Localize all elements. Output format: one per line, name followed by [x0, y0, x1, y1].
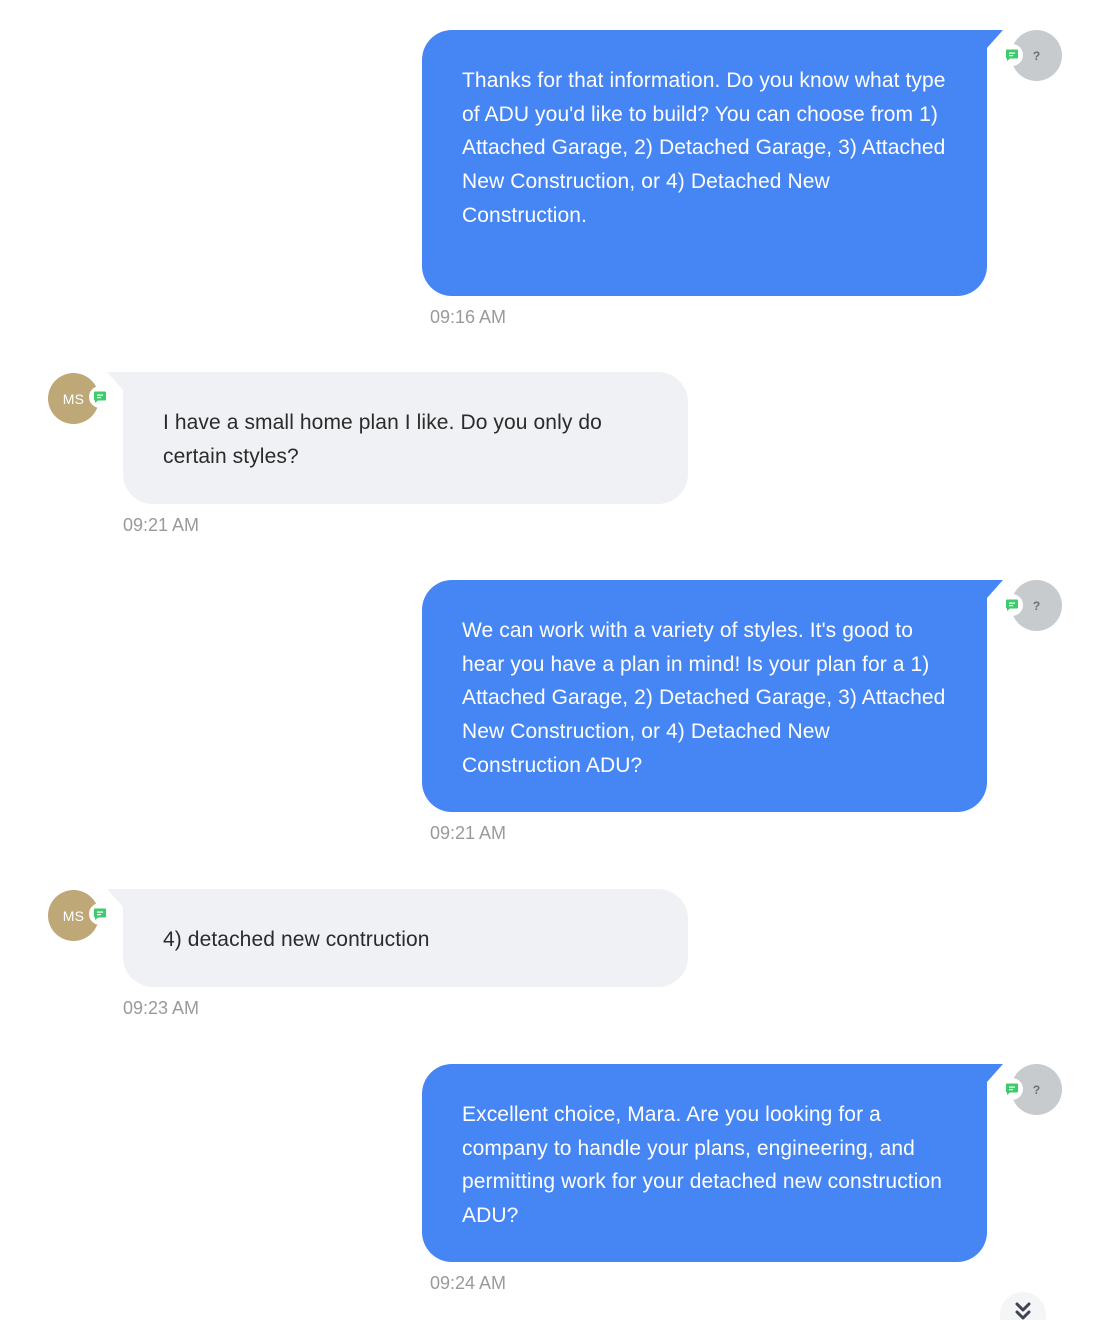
- message-bubble: Excellent choice, Mara. Are you looking …: [422, 1064, 1003, 1262]
- avatar-initials: ?: [1032, 598, 1041, 613]
- avatar-initials: ?: [1032, 1082, 1041, 1097]
- avatar-initials: MS: [62, 390, 85, 407]
- chat-icon: [1001, 44, 1023, 66]
- message-bubble: Thanks for that information. Do you know…: [422, 30, 1003, 296]
- message-timestamp: 09:24 AM: [430, 1273, 507, 1293]
- message-bubble: We can work with a variety of styles. It…: [422, 580, 1003, 812]
- message-timestamp: 09:21 AM: [430, 823, 507, 843]
- chat-icon: [1001, 594, 1023, 616]
- avatar-initials: MS: [62, 907, 85, 924]
- chat-icon: [89, 903, 111, 925]
- message-text: Excellent choice, Mara. Are you looking …: [462, 1103, 943, 1228]
- message-text: We can work with a variety of styles. It…: [462, 619, 946, 777]
- message-timestamp: 09:16 AM: [430, 307, 507, 327]
- chat-transcript: Thanks for that information. Do you know…: [0, 0, 1100, 1320]
- message-text: Thanks for that information. Do you know…: [462, 69, 946, 227]
- avatar-initials: ?: [1032, 48, 1041, 63]
- message-text: 4) detached new contruction: [163, 928, 430, 951]
- message-text: I have a small home plan I like. Do you …: [163, 411, 602, 468]
- message-bubble: I have a small home plan I like. Do you …: [107, 372, 688, 504]
- message-timestamp: 09:21 AM: [123, 515, 200, 535]
- scroll-down-button[interactable]: [1000, 1292, 1046, 1320]
- double-chevron-down-icon: [1012, 1292, 1034, 1320]
- message-timestamp: 09:23 AM: [123, 998, 200, 1018]
- chat-icon: [89, 386, 111, 408]
- message-bubble: 4) detached new contruction: [107, 889, 688, 987]
- chat-icon: [1001, 1078, 1023, 1100]
